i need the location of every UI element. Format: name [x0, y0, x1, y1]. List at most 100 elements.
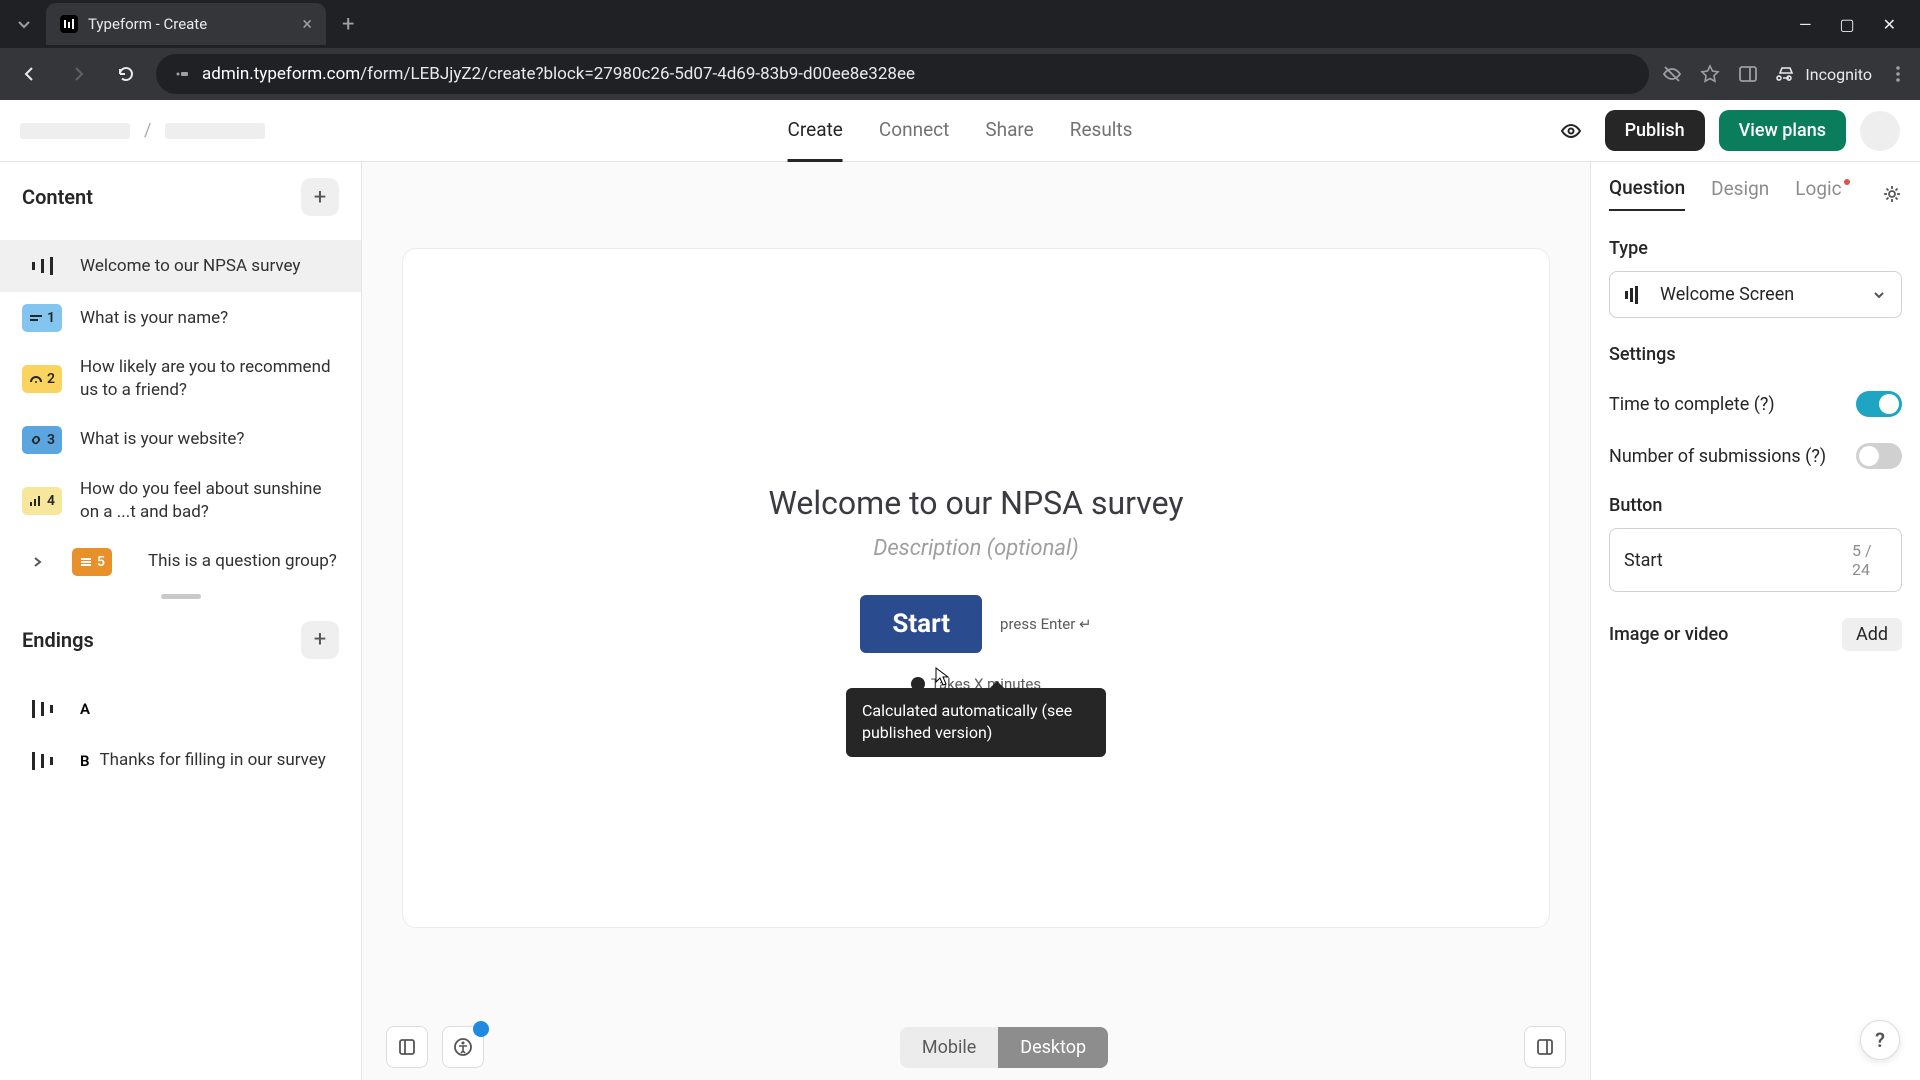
tab-results[interactable]: Results — [1070, 100, 1133, 162]
kebab-menu-icon[interactable] — [1888, 64, 1908, 84]
add-content-button[interactable]: + — [301, 178, 339, 216]
content-item-label: What is your name? — [80, 307, 228, 330]
welcome-title-input[interactable]: Welcome to our NPSA survey — [769, 484, 1184, 522]
press-enter-hint: press Enter ↵ — [1000, 615, 1092, 633]
add-media-button[interactable]: Add — [1842, 618, 1902, 651]
tab-bar: Typeform - Create × + — ▢ ✕ — [0, 0, 1920, 48]
num-submissions-toggle[interactable] — [1856, 443, 1902, 469]
view-plans-button[interactable]: View plans — [1719, 110, 1846, 151]
reload-icon — [116, 64, 136, 84]
resize-handle[interactable] — [161, 594, 201, 599]
address-bar-actions: Incognito — [1661, 63, 1908, 85]
browser-tab[interactable]: Typeform - Create × — [46, 3, 326, 45]
ending-item-label: Thanks for filling in our survey — [100, 749, 326, 772]
tab-share[interactable]: Share — [985, 100, 1033, 162]
sidebar-left: Content + Welcome to our NPSA survey 1 W… — [0, 162, 362, 1080]
bookmark-star-icon[interactable] — [1699, 63, 1721, 85]
content-item-label: How do you feel about sunshine on a ...t… — [80, 478, 339, 524]
address-bar: admin.typeform.com/form/LEBJjyZ2/create?… — [0, 48, 1920, 100]
button-label: Button — [1609, 495, 1902, 516]
tooltip: Calculated automatically (see published … — [846, 688, 1106, 757]
help-button[interactable]: ? — [1860, 1020, 1900, 1060]
ending-letter: A — [80, 700, 90, 718]
sidebar-right: Question Design Logic Type Welcome Scree… — [1590, 162, 1920, 1080]
preview-button[interactable] — [1551, 111, 1591, 151]
desktop-view-button[interactable]: Desktop — [998, 1027, 1108, 1068]
ending-screen-icon — [22, 747, 62, 775]
num-submissions-setting: Number of submissions (?) — [1609, 446, 1826, 467]
collapse-panel-button[interactable] — [1524, 1026, 1566, 1068]
chevron-down-icon — [1871, 287, 1887, 303]
mobile-view-button[interactable]: Mobile — [900, 1027, 998, 1068]
content-item-label: This is a question group? — [148, 550, 337, 573]
canvas-footer: Mobile Desktop — [362, 1014, 1590, 1080]
reload-button[interactable] — [108, 56, 144, 92]
opinion-scale-icon: 4 — [22, 487, 62, 515]
eye-off-icon[interactable] — [1661, 63, 1683, 85]
chevron-down-icon — [16, 16, 32, 32]
workspace-name-placeholder[interactable] — [20, 123, 130, 139]
side-panel-icon[interactable] — [1737, 63, 1759, 85]
eye-icon — [1559, 119, 1583, 143]
content-item-label: What is your website? — [80, 428, 244, 451]
type-label: Type — [1609, 238, 1902, 259]
site-info-icon[interactable] — [174, 66, 190, 82]
url-bar[interactable]: admin.typeform.com/form/LEBJjyZ2/create?… — [156, 54, 1649, 94]
tab-close-icon[interactable]: × — [302, 14, 312, 35]
maximize-icon[interactable]: ▢ — [1839, 15, 1854, 34]
button-text-field[interactable]: 5 / 24 — [1609, 528, 1902, 592]
breadcrumb-separator: / — [144, 120, 151, 141]
incognito-icon — [1775, 63, 1797, 85]
avatar[interactable] — [1860, 111, 1900, 151]
content-item-3[interactable]: 3 What is your website? — [0, 414, 361, 466]
breadcrumb: / — [20, 120, 265, 141]
url-text: admin.typeform.com/form/LEBJjyZ2/create?… — [202, 64, 915, 84]
accessibility-button[interactable] — [442, 1026, 484, 1068]
tab-connect[interactable]: Connect — [879, 100, 949, 162]
publish-button[interactable]: Publish — [1605, 110, 1705, 151]
form-name-placeholder[interactable] — [165, 123, 265, 139]
incognito-badge[interactable]: Incognito — [1775, 63, 1872, 85]
app-body: Content + Welcome to our NPSA survey 1 W… — [0, 162, 1920, 1080]
forward-button[interactable] — [60, 56, 96, 92]
content-item-5[interactable]: 5 This is a question group? — [0, 536, 361, 588]
content-title: Content — [22, 185, 93, 209]
question-type-select[interactable]: Welcome Screen — [1609, 271, 1902, 318]
tab-logic[interactable]: Logic — [1795, 177, 1841, 210]
description-input[interactable]: Description (optional) — [873, 536, 1078, 561]
panel-right-icon — [1535, 1037, 1555, 1057]
arrow-left-icon — [20, 64, 40, 84]
ending-item-a[interactable]: A — [0, 683, 361, 735]
add-ending-button[interactable]: + — [301, 621, 339, 659]
device-toggle: Mobile Desktop — [900, 1027, 1108, 1068]
settings-label: Settings — [1609, 344, 1902, 365]
app-header: / Create Connect Share Results Publish V… — [0, 100, 1920, 162]
canvas-area: Welcome to our NPSA survey Description (… — [362, 162, 1590, 1080]
ending-item-b[interactable]: B Thanks for filling in our survey — [0, 735, 361, 787]
content-item-2[interactable]: 2 How likely are you to recommend us to … — [0, 344, 361, 414]
content-item-4[interactable]: 4 How do you feel about sunshine on a ..… — [0, 466, 361, 536]
arrow-right-icon — [68, 64, 88, 84]
back-button[interactable] — [12, 56, 48, 92]
tab-design[interactable]: Design — [1711, 177, 1769, 210]
new-tab-button[interactable]: + — [342, 12, 354, 37]
content-item-welcome[interactable]: Welcome to our NPSA survey — [0, 240, 361, 292]
gear-icon[interactable] — [1882, 184, 1902, 204]
content-list: Welcome to our NPSA survey 1 What is you… — [0, 240, 361, 588]
tab-create[interactable]: Create — [788, 100, 843, 162]
right-panel-tabs: Question Design Logic — [1609, 176, 1902, 212]
welcome-screen-icon — [1624, 286, 1646, 304]
image-video-label: Image or video — [1609, 624, 1728, 645]
minimize-icon[interactable]: — — [1799, 15, 1812, 34]
tab-question[interactable]: Question — [1609, 176, 1685, 211]
short-text-icon: 1 — [22, 304, 62, 332]
time-to-complete-toggle[interactable] — [1856, 391, 1902, 417]
char-count: 5 / 24 — [1852, 541, 1887, 579]
preview-card: Welcome to our NPSA survey Description (… — [402, 248, 1550, 928]
start-button[interactable]: Start — [860, 595, 982, 653]
button-text-input[interactable] — [1624, 550, 1852, 571]
tab-search-dropdown[interactable] — [8, 8, 40, 40]
close-window-icon[interactable]: ✕ — [1883, 15, 1896, 34]
layout-toggle-button[interactable] — [386, 1026, 428, 1068]
content-item-1[interactable]: 1 What is your name? — [0, 292, 361, 344]
